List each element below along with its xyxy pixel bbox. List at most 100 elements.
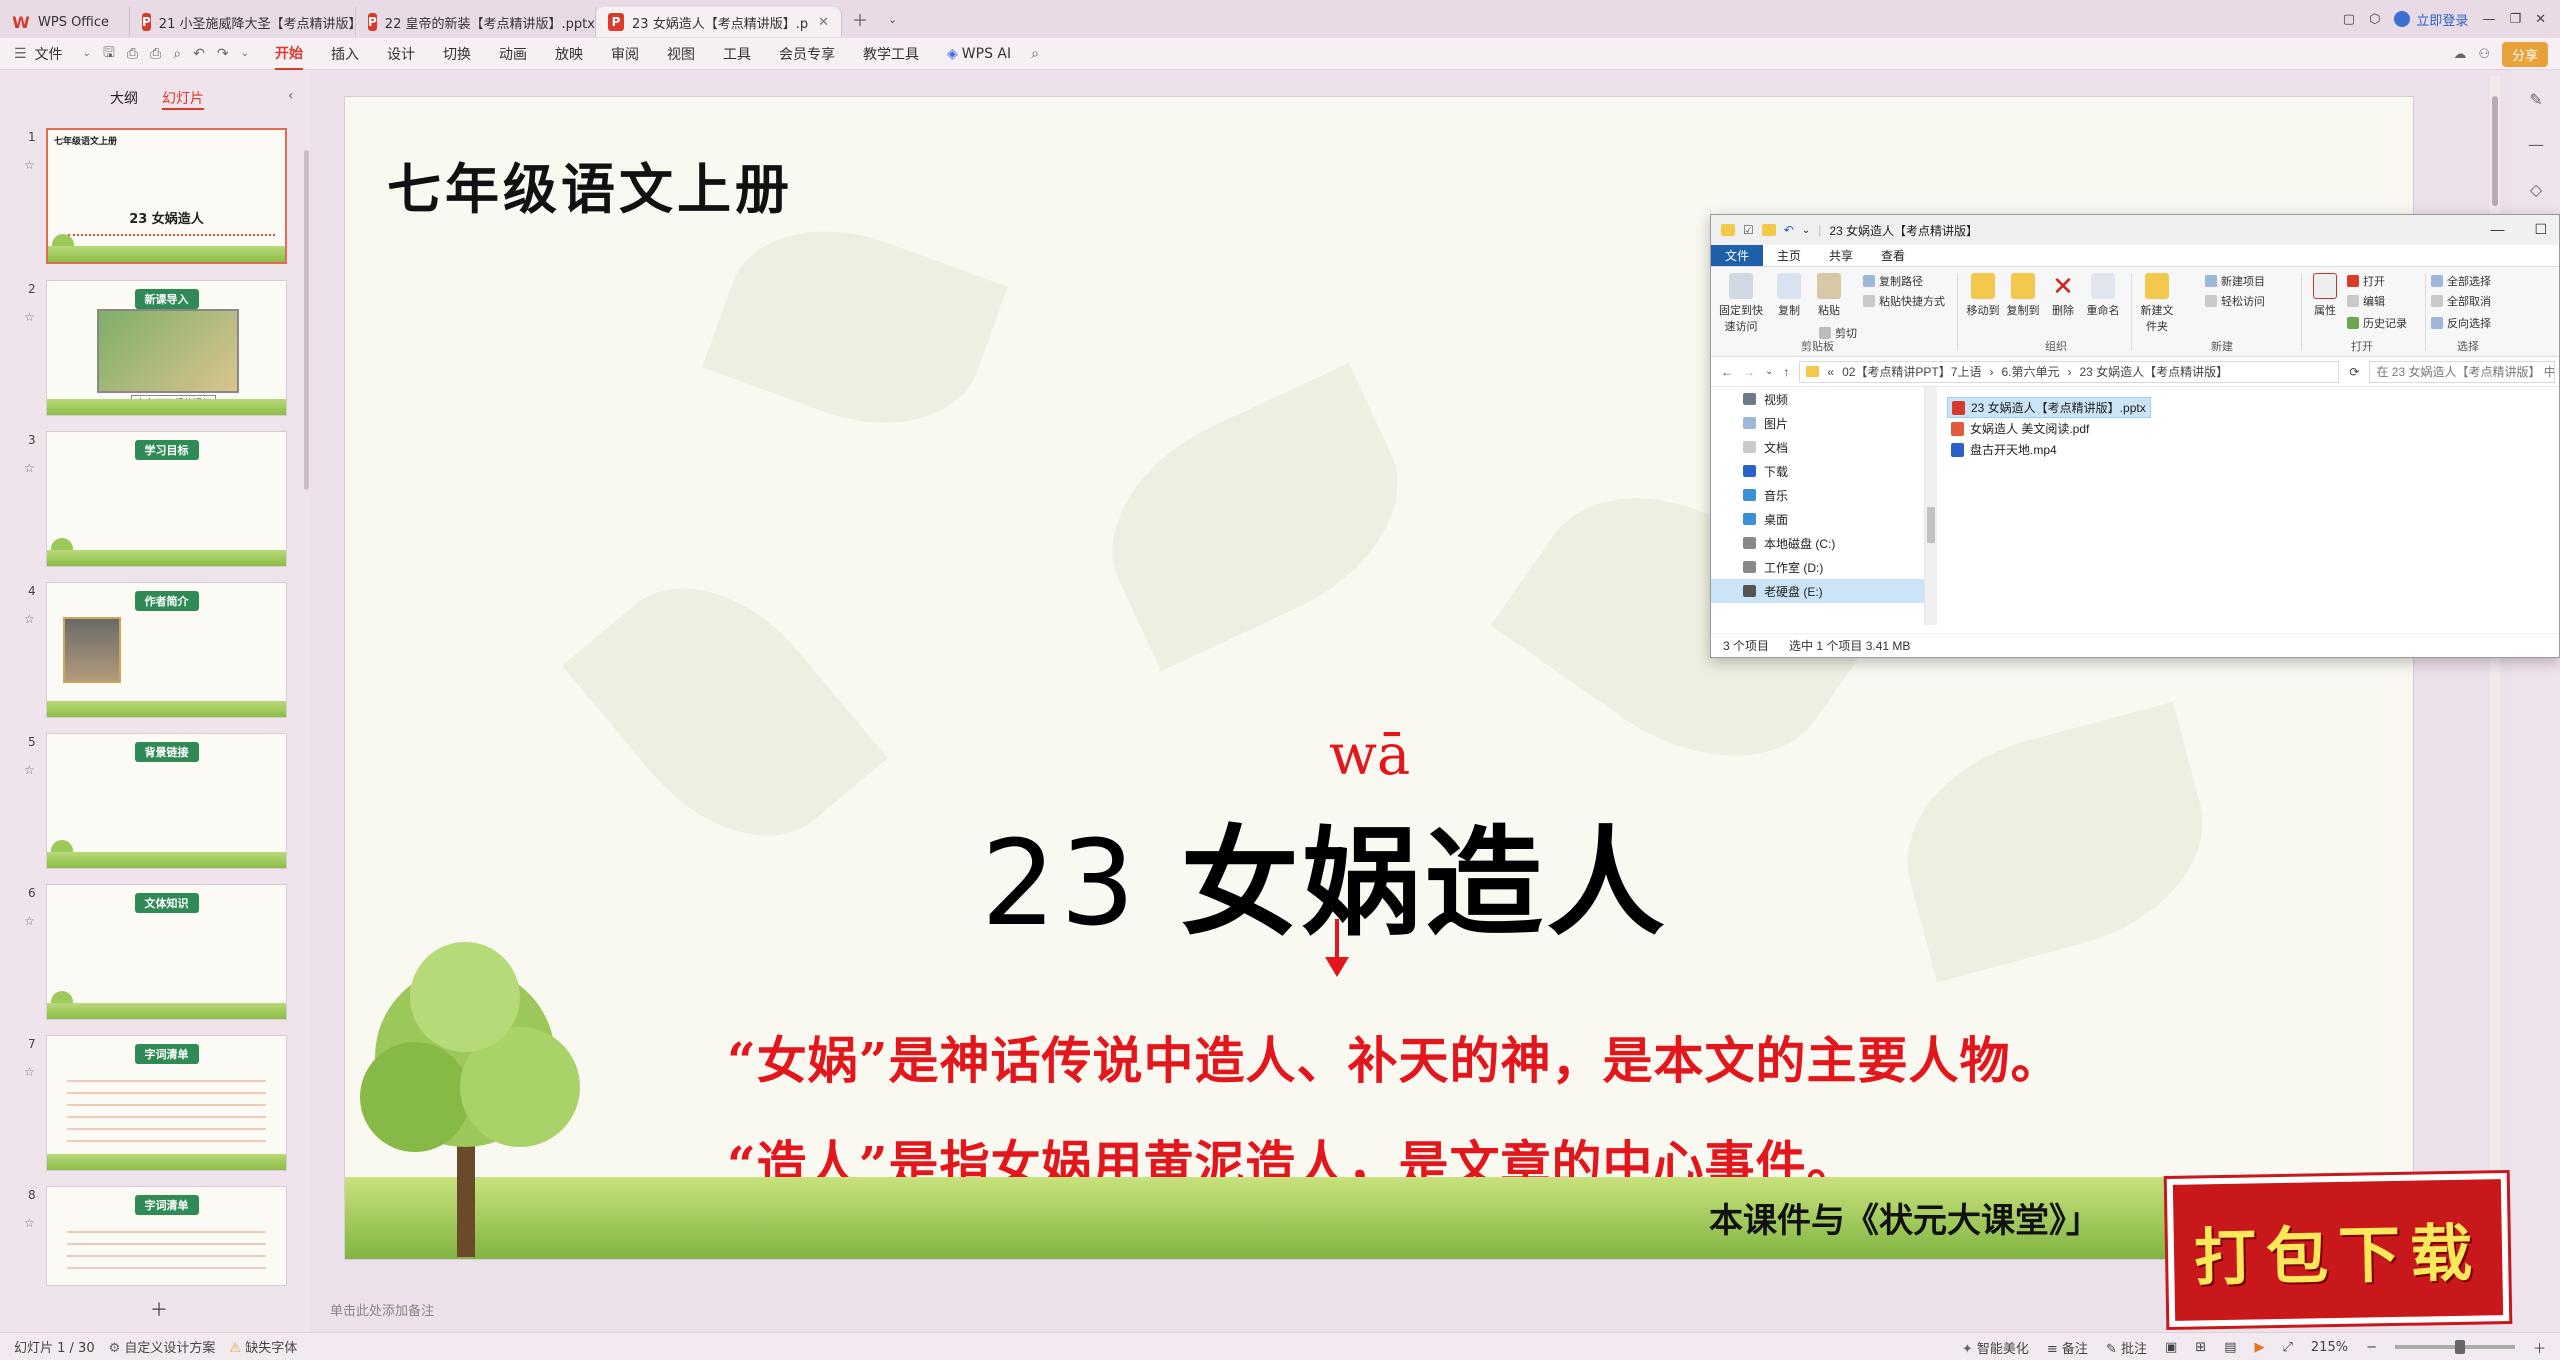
ribbon-tab-view[interactable]: 查看 bbox=[1867, 245, 1919, 266]
reading-view-icon[interactable]: ▤ bbox=[2224, 1340, 2236, 1355]
star-icon[interactable]: ☆ bbox=[24, 612, 35, 626]
add-slide-icon[interactable]: ＋ bbox=[150, 1296, 168, 1322]
ribbon-tab-share[interactable]: 共享 bbox=[1815, 245, 1867, 266]
menu-review[interactable]: 审阅 bbox=[611, 38, 639, 70]
cube-icon[interactable]: ⬡ bbox=[2369, 12, 2380, 27]
invert-selection-button[interactable]: 反向选择 bbox=[2431, 315, 2491, 331]
download-package-stamp[interactable]: 打包下载 bbox=[2166, 1173, 2510, 1327]
menu-home[interactable]: 开始 bbox=[275, 38, 303, 70]
menu-teaching-tools[interactable]: 教学工具 bbox=[863, 38, 919, 70]
sorter-view-icon[interactable]: ⊞ bbox=[2195, 1340, 2206, 1355]
cloud-sync-icon[interactable]: ☁ bbox=[2453, 47, 2466, 62]
star-icon[interactable]: ☆ bbox=[24, 1216, 35, 1230]
login-button[interactable]: 立即登录 bbox=[2394, 10, 2468, 29]
zoom-in-icon[interactable]: ＋ bbox=[2533, 1338, 2546, 1357]
chevron-down-icon[interactable]: ⌄ bbox=[1802, 225, 1810, 236]
chevron-down-icon[interactable]: ⌄ bbox=[241, 48, 249, 59]
menu-design[interactable]: 设计 bbox=[387, 38, 415, 70]
notes-placeholder[interactable]: 单击此处添加备注 bbox=[330, 1300, 434, 1319]
tab-wps-office[interactable]: W WPS Office bbox=[0, 7, 130, 37]
custom-design-button[interactable]: ⚙ 自定义设计方案 bbox=[109, 1337, 216, 1356]
lesson-title[interactable]: 23 女娲造人 bbox=[981, 787, 1669, 958]
move-to-button[interactable]: 移动到 bbox=[1963, 273, 2003, 318]
maximize-icon[interactable]: ❐ bbox=[2509, 12, 2521, 27]
close-tab-icon[interactable]: ✕ bbox=[818, 15, 829, 30]
path-breadcrumb[interactable]: « 02【考点精讲PPT】7上语 › 6.第六单元 › 23 女娲造人【考点精讲… bbox=[1799, 360, 2340, 383]
chevron-down-icon[interactable]: ⌄ bbox=[1765, 366, 1773, 377]
breadcrumb-item[interactable]: 23 女娲造人【考点精讲版】 bbox=[2079, 363, 2228, 380]
partner-notice[interactable]: 本课件与《状元大课堂》」 bbox=[1709, 1193, 2100, 1242]
slide-thumbnail-1[interactable]: 1 ☆ 七年级语文上册 23 女娲造人 bbox=[0, 128, 300, 268]
undo-icon[interactable]: ↶ bbox=[193, 46, 205, 62]
minimize-icon[interactable]: — bbox=[2482, 12, 2495, 27]
window-layout-icon[interactable]: ▢ bbox=[2343, 12, 2355, 27]
slide-thumbnail-3[interactable]: 3 ☆ 学习目标 bbox=[0, 431, 300, 571]
explorer-title-bar[interactable]: ☑ ↶ ⌄ | 23 女娲造人【考点精讲版】 — ☐ bbox=[1711, 215, 2559, 245]
zoom-fit-icon[interactable]: ⤢ bbox=[2283, 1340, 2293, 1355]
thumbnail-scrollbar[interactable] bbox=[304, 150, 309, 490]
nav-item-videos[interactable]: 视频 bbox=[1711, 387, 1924, 411]
file-item-pptx[interactable]: 23 女娲造人【考点精讲版】.pptx bbox=[1947, 397, 2151, 418]
star-icon[interactable]: ☆ bbox=[24, 914, 35, 928]
delete-button[interactable]: ✕ 删除 bbox=[2043, 273, 2083, 318]
pen-icon[interactable]: ✎ bbox=[2529, 90, 2542, 109]
slide-header-text[interactable]: 七年级语文上册 bbox=[387, 145, 793, 224]
slide-thumbnail-6[interactable]: 6 ☆ 文体知识 bbox=[0, 884, 300, 1024]
nav-item-pictures[interactable]: 图片 bbox=[1711, 411, 1924, 435]
maximize-icon[interactable]: ☐ bbox=[2534, 221, 2547, 238]
notes-toggle-button[interactable]: ≡ 备注 bbox=[2047, 1338, 2088, 1357]
nav-scrollbar[interactable] bbox=[1925, 387, 1937, 625]
share-button[interactable]: 分享 bbox=[2501, 41, 2548, 67]
pin-quick-access-button[interactable]: 固定到快速访问 bbox=[1717, 273, 1765, 334]
select-all-button[interactable]: 全部选择 bbox=[2431, 273, 2491, 289]
export-icon[interactable]: ⎙ bbox=[127, 46, 138, 62]
up-arrow-icon[interactable]: ↑ bbox=[1783, 365, 1789, 379]
redo-icon[interactable]: ↷ bbox=[217, 46, 229, 62]
collaborate-icon[interactable]: ⚇ bbox=[2478, 47, 2490, 62]
chevron-down-icon[interactable]: ⌄ bbox=[83, 48, 91, 59]
history-button[interactable]: 历史记录 bbox=[2347, 315, 2407, 331]
slide-thumbnail-7[interactable]: 7 ☆ 字词清单 bbox=[0, 1035, 300, 1175]
nav-item-drive-c[interactable]: 本地磁盘 (C:) bbox=[1711, 531, 1924, 555]
print-preview-icon[interactable]: ⌕ bbox=[173, 46, 181, 62]
file-menu[interactable]: 文件 bbox=[35, 38, 63, 70]
file-item-mp4[interactable]: 盘古开天地.mp4 bbox=[1947, 439, 2151, 460]
search-icon[interactable]: ⌕ bbox=[1031, 46, 1039, 62]
slide-thumbnail-2[interactable]: 2 ☆ 新课导入 点击画面 播放视频 bbox=[0, 280, 300, 420]
breadcrumb-item[interactable]: 6.第六单元 bbox=[2001, 363, 2059, 380]
refresh-icon[interactable]: ⟳ bbox=[2349, 365, 2359, 379]
menu-view[interactable]: 视图 bbox=[667, 38, 695, 70]
menu-member[interactable]: 会员专享 bbox=[779, 38, 835, 70]
down-arrow-shape[interactable] bbox=[1325, 919, 1349, 977]
undo-icon[interactable]: ↶ bbox=[1784, 223, 1794, 237]
properties-icon[interactable]: ☑ bbox=[1743, 223, 1754, 237]
print-icon[interactable]: ⎙ bbox=[150, 46, 161, 62]
new-tab-icon[interactable]: ＋ bbox=[852, 7, 868, 31]
open-button[interactable]: 打开 bbox=[2347, 273, 2385, 289]
ribbon-tab-file[interactable]: 文件 bbox=[1711, 245, 1764, 266]
chevron-down-icon[interactable]: ⌄ bbox=[888, 13, 897, 26]
menu-animation[interactable]: 动画 bbox=[499, 38, 527, 70]
minimize-icon[interactable]: — bbox=[2490, 221, 2504, 238]
copy-path-button[interactable]: 复制路径 bbox=[1863, 273, 1923, 289]
new-item-button[interactable]: 新建项目 bbox=[2205, 273, 2265, 289]
tab-outline[interactable]: 大纲 bbox=[110, 88, 138, 110]
star-icon[interactable]: ☆ bbox=[24, 763, 35, 777]
minus-icon[interactable]: — bbox=[2528, 135, 2544, 154]
tab-document-23[interactable]: P 23 女娲造人【考点精讲版】.p ✕ bbox=[596, 7, 842, 37]
breadcrumb-item[interactable]: 02【考点精讲PPT】7上语 bbox=[1842, 363, 1981, 380]
hamburger-icon[interactable]: ☰ bbox=[14, 46, 27, 62]
back-arrow-icon[interactable]: ← bbox=[1721, 365, 1733, 379]
properties-button[interactable]: 属性 bbox=[2305, 273, 2345, 318]
menu-slideshow[interactable]: 放映 bbox=[555, 38, 583, 70]
zoom-level[interactable]: 215% bbox=[2311, 1340, 2348, 1355]
tab-slides[interactable]: 幻灯片 bbox=[162, 88, 204, 110]
normal-view-icon[interactable]: ▣ bbox=[2165, 1340, 2177, 1355]
save-icon[interactable]: 🖫 bbox=[103, 42, 115, 66]
nav-item-music[interactable]: 音乐 bbox=[1711, 483, 1924, 507]
nav-item-drive-e[interactable]: 老硬盘 (E:) bbox=[1711, 579, 1924, 603]
smart-beautify-button[interactable]: ✦ 智能美化 bbox=[1962, 1338, 2029, 1357]
star-icon[interactable]: ☆ bbox=[24, 461, 35, 475]
menu-tools[interactable]: 工具 bbox=[723, 38, 751, 70]
comment-button[interactable]: ✎ 批注 bbox=[2106, 1338, 2147, 1357]
